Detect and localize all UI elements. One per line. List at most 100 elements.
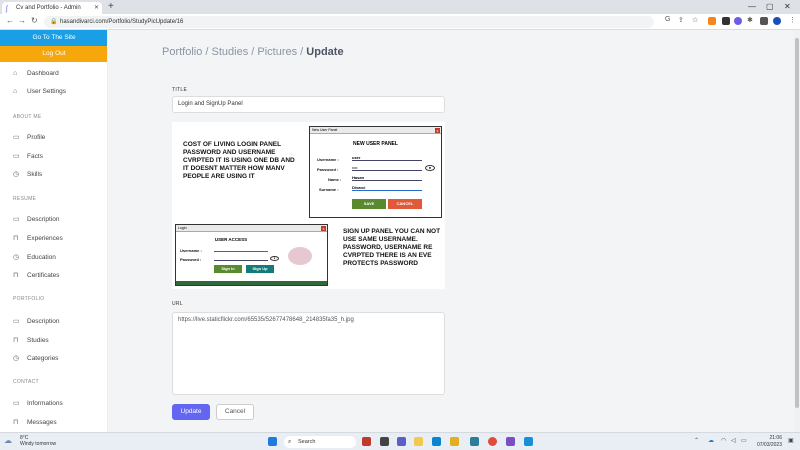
wifi-icon[interactable]: ◠ <box>721 437 726 444</box>
section-heading-resume: RESUME <box>13 196 37 202</box>
login-window-title: Login <box>178 226 187 230</box>
onedrive-icon[interactable]: ☁ <box>708 437 714 444</box>
nu-password-label: Password : <box>317 167 339 172</box>
url-textarea[interactable]: https://live.staticflickr.com/65535/5267… <box>172 312 445 395</box>
sidebar-item-categories[interactable]: ◷ Categories <box>13 354 58 362</box>
menu-dots-icon[interactable]: ⋮ <box>789 16 796 24</box>
sidebar-item-dashboard[interactable]: ⌂ Dashboard <box>13 70 59 77</box>
search-label: Search <box>298 439 316 445</box>
nu-name-label: Name : <box>328 177 342 182</box>
forward-icon[interactable]: → <box>18 16 26 25</box>
taskbar-search[interactable]: ⌕ Search <box>284 436 356 448</box>
cancel-button[interactable]: Cancel <box>216 404 254 420</box>
edge-icon[interactable] <box>432 437 441 446</box>
bookmark-star-icon[interactable]: ☆ <box>692 16 698 24</box>
browser-tab-bar: ʃ Cv and Portfolio - Admin ✕ + — ▢ ✕ <box>0 0 800 14</box>
sidebar-item-resume-description[interactable]: ▭ Description <box>13 215 60 223</box>
update-button[interactable]: Update <box>172 404 210 420</box>
sidebar-item-portfolio-description[interactable]: ▭ Description <box>13 317 60 325</box>
close-tab-icon[interactable]: ✕ <box>94 2 99 14</box>
url-text: hasandivarci.com/Portfolio/StudyPicUpdat… <box>60 19 184 25</box>
tray-chevron-icon[interactable]: ⌃ <box>694 437 699 444</box>
extension-icon[interactable] <box>722 17 730 25</box>
maximize-icon[interactable]: ▢ <box>766 0 774 14</box>
sidebar-panel-icon[interactable] <box>760 17 768 25</box>
clock-date: 07/03/2023 <box>756 442 782 448</box>
title-input[interactable]: Login and SignUp Panel <box>172 96 445 113</box>
file-explorer-icon[interactable] <box>414 437 423 446</box>
nu-surname-field: Divarci <box>352 185 422 191</box>
tab-title: Cv and Portfolio - Admin <box>16 5 81 11</box>
url-bar[interactable]: 🔒 hasandivarci.com/Portfolio/StudyPicUpd… <box>44 16 654 28</box>
go-to-site-button[interactable]: Go To The Site <box>0 30 107 46</box>
picture-caption-login: COST OF LIVING LOGIN PANEL PASSWORD AND … <box>183 141 295 180</box>
teams-icon[interactable] <box>397 437 406 446</box>
login-window: Login x USER ACCESS Username : Password :… <box>175 224 328 286</box>
sidebar-item-user-settings[interactable]: ⌂ User Settings <box>13 88 66 95</box>
address-bar-row: ← → ↻ 🔒 hasandivarci.com/Portfolio/Study… <box>0 14 800 30</box>
extension-icon[interactable] <box>734 17 742 25</box>
sidebar-item-messages[interactable]: ⊓ Messages <box>13 418 57 426</box>
chrome-icon[interactable] <box>488 437 497 446</box>
sidebar-item-studies[interactable]: ⊓ Studies <box>13 336 49 344</box>
eye-icon: ● <box>425 165 435 171</box>
sidebar-item-informations[interactable]: ▭ Informations <box>13 399 63 407</box>
weather-desc: Windy tomorrow <box>20 441 57 447</box>
logout-button[interactable]: Log Out <box>0 46 107 62</box>
title-label: TITLE <box>172 87 188 93</box>
sidebar-item-facts[interactable]: ▭ Facts <box>13 152 43 160</box>
share-icon[interactable]: ⇪ <box>678 16 684 24</box>
google-icon[interactable]: G <box>665 16 670 23</box>
taskbar-app-icon[interactable] <box>470 437 479 446</box>
nu-name-field: Hasan <box>352 175 422 181</box>
nu-surname-label: Surname : <box>319 187 339 192</box>
taskbar-app-icon[interactable] <box>524 437 533 446</box>
clock-icon: ◷ <box>13 355 20 362</box>
browser-tab[interactable]: ʃ Cv and Portfolio - Admin ✕ <box>2 2 102 14</box>
new-tab-icon[interactable]: + <box>108 1 114 12</box>
clock[interactable]: 21:06 07/03/2023 <box>752 435 782 449</box>
search-icon: ⌕ <box>288 439 292 445</box>
new-user-panel-window: New User Panel x NEW USER PANEL Username … <box>309 126 442 218</box>
close-icon: x <box>435 128 440 133</box>
taskbar-app-icon[interactable] <box>362 437 371 446</box>
battery-icon[interactable]: ▭ <box>741 437 747 444</box>
lg-password-label: Password : <box>180 257 202 262</box>
picture-caption-signup: SIGN UP PANEL YOU CAN NOT USE SAME USERN… <box>343 228 441 267</box>
breadcrumb-path: Portfolio / Studies / Pictures / <box>162 46 307 58</box>
sidebar-item-skills[interactable]: ◷ Skills <box>13 170 42 178</box>
visual-studio-icon[interactable] <box>506 437 515 446</box>
calendar-icon: ▭ <box>13 134 20 141</box>
new-user-window-title: New User Panel <box>312 128 338 132</box>
scrollbar-thumb[interactable] <box>795 38 799 408</box>
sidebar-item-certificates[interactable]: ⊓ Certificates <box>13 271 60 279</box>
start-icon[interactable] <box>268 437 277 446</box>
nu-username-label: Username : <box>317 157 339 162</box>
nu-username-field: user <box>352 155 422 161</box>
task-view-icon[interactable] <box>380 437 389 446</box>
metamask-extension-icon[interactable] <box>708 17 716 25</box>
sidebar-item-profile[interactable]: ▭ Profile <box>13 133 45 141</box>
volume-icon[interactable]: ◁ <box>731 437 736 444</box>
reload-icon[interactable]: ↻ <box>31 16 38 25</box>
page-scrollbar[interactable] <box>794 30 800 432</box>
sidebar: Go To The Site Log Out ⌂ Dashboard ⌂ User … <box>0 30 108 432</box>
taskbar-app-icon[interactable] <box>450 437 459 446</box>
notification-icon[interactable]: ▣ <box>788 437 794 444</box>
close-window-icon[interactable]: ✕ <box>784 0 791 14</box>
back-icon[interactable]: ← <box>6 16 14 25</box>
sidebar-item-education[interactable]: ◷ Education <box>13 253 56 261</box>
sidebar-item-experiences[interactable]: ⊓ Experiences <box>13 234 63 242</box>
weather-widget[interactable]: 8°C Windy tomorrow <box>20 435 56 447</box>
nu-save-button: SAVE <box>352 199 386 209</box>
clock-icon: ◷ <box>13 254 20 261</box>
lock-icon: ⊓ <box>13 272 19 279</box>
minimize-icon[interactable]: — <box>748 0 756 14</box>
clock-time: 21:06 <box>769 435 782 441</box>
site-favicon-icon: ʃ <box>6 6 8 13</box>
extensions-puzzle-icon[interactable]: ✱ <box>747 16 753 24</box>
profile-avatar[interactable] <box>773 17 781 25</box>
section-heading-portfolio: PORTFOLIO <box>13 296 45 302</box>
home-icon: ⌂ <box>13 88 18 95</box>
section-heading-about: ABOUT ME <box>13 114 42 120</box>
